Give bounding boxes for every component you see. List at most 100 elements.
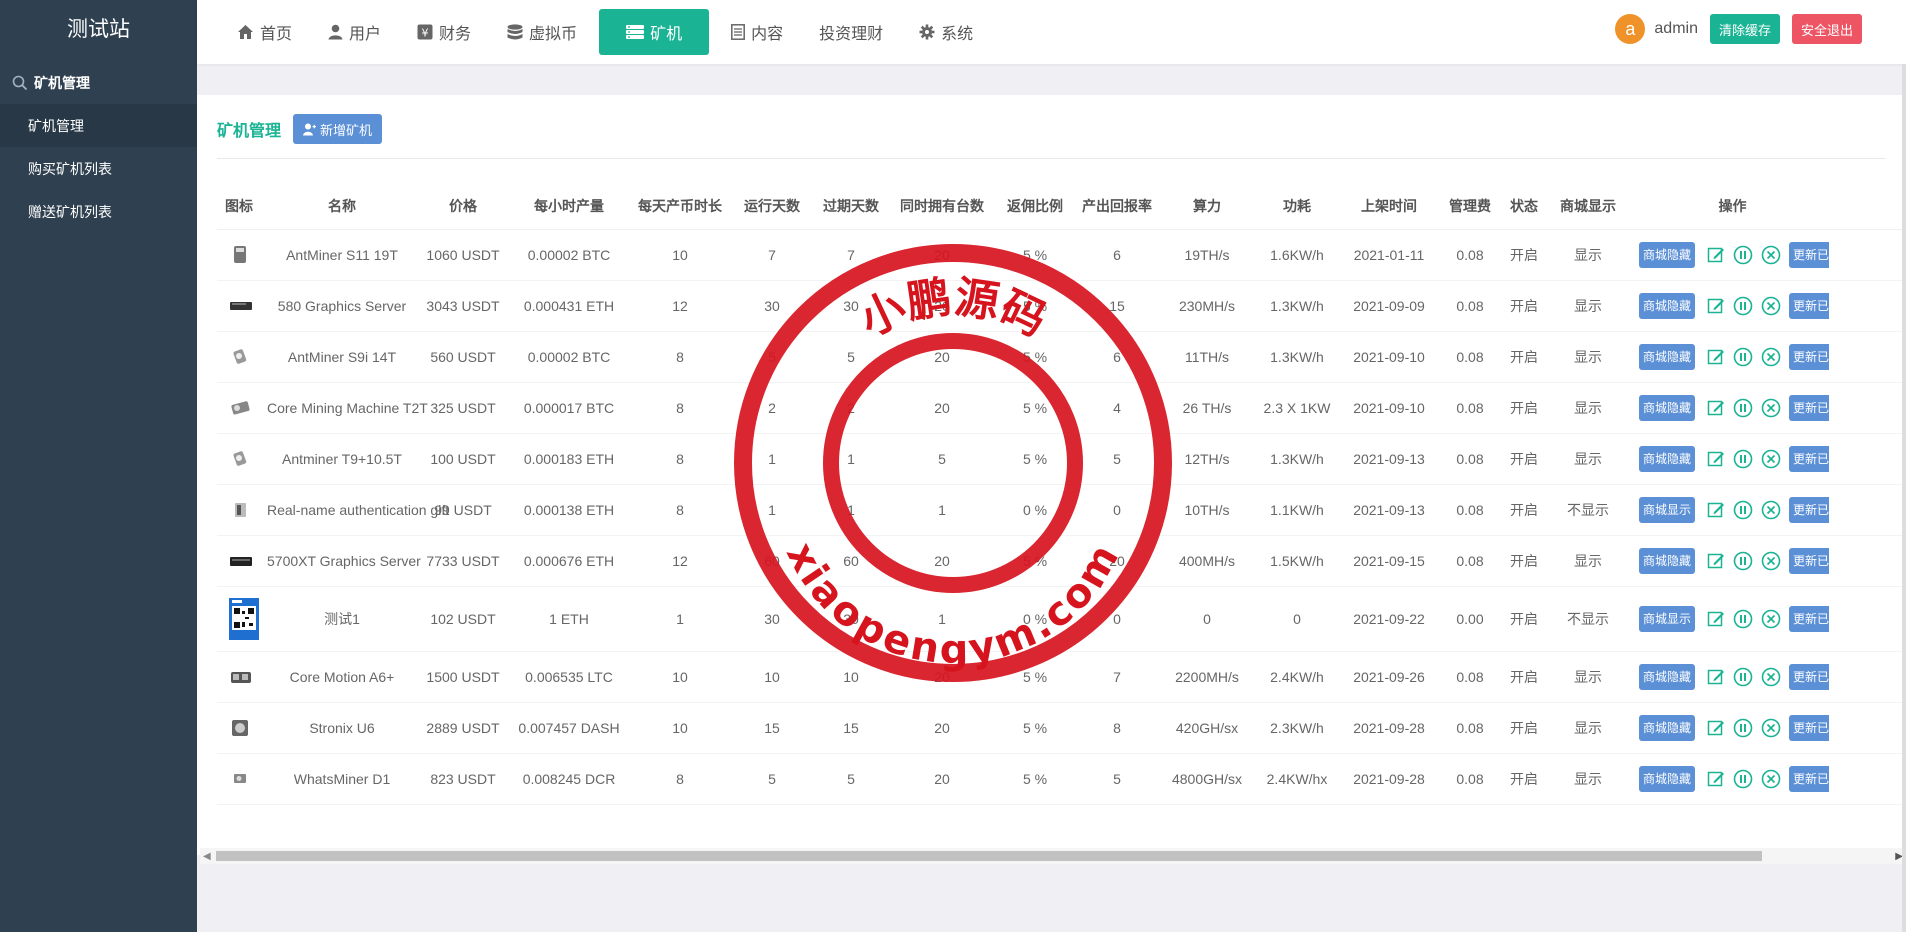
pause-icon[interactable] [1733,245,1753,265]
toggle-shop-button[interactable]: 商城隐藏 [1639,547,1696,574]
nav-user[interactable]: 用户 [314,9,395,55]
edit-icon[interactable] [1707,719,1725,737]
close-icon[interactable] [1761,500,1781,520]
sidebar-item-purchased-miners[interactable]: 购买矿机列表 [0,147,197,190]
nav-crypto[interactable]: 虚拟币 [493,9,591,55]
cell-rebate: 5 % [995,280,1075,332]
close-icon[interactable] [1761,347,1781,367]
close-icon[interactable] [1761,667,1781,687]
close-icon[interactable] [1761,609,1781,629]
horizontal-scrollbar[interactable]: ◀ ▶ [200,848,1906,864]
edit-icon[interactable] [1707,610,1725,628]
sidebar-section-header[interactable]: 矿机管理 [0,62,197,104]
nav-miner[interactable]: 矿机 [599,9,710,55]
nav-content[interactable]: 内容 [717,9,797,55]
cell-hourly: 0.00002 BTC [509,229,629,281]
close-icon[interactable] [1761,551,1781,571]
vertical-scrollbar[interactable] [1902,64,1906,932]
edit-icon[interactable] [1707,297,1725,315]
update-button[interactable]: 更新已 [1789,714,1830,741]
update-button[interactable]: 更新已 [1789,445,1830,472]
logout-button[interactable]: 安全退出 [1791,14,1862,44]
toggle-shop-button[interactable]: 商城隐藏 [1639,663,1696,690]
update-button[interactable]: 更新已 [1789,496,1830,523]
toggle-shop-button[interactable]: 商城隐藏 [1639,445,1696,472]
update-button[interactable]: 更新已 [1789,241,1830,268]
sidebar-item-miner-manage[interactable]: 矿机管理 [0,104,197,147]
cell-hourly: 1 ETH [509,586,629,652]
edit-icon[interactable] [1707,348,1725,366]
update-button[interactable]: 更新已 [1789,765,1830,792]
add-miner-button[interactable]: 新增矿机 [293,114,383,144]
update-button[interactable]: 更新已 [1789,663,1830,690]
update-button[interactable]: 更新已 [1789,547,1830,574]
close-icon[interactable] [1761,245,1781,265]
toggle-shop-button[interactable]: 商城隐藏 [1639,292,1696,319]
cell-status: 开启 [1501,535,1547,587]
cell-expire-days: 30 [813,280,889,332]
edit-icon[interactable] [1707,668,1725,686]
close-icon[interactable] [1761,769,1781,789]
close-icon[interactable] [1761,398,1781,418]
update-button[interactable]: 更新已 [1789,292,1830,319]
username[interactable]: admin [1654,20,1698,38]
toggle-shop-button[interactable]: 商城隐藏 [1639,765,1696,792]
update-button[interactable]: 更新已 [1789,343,1830,370]
update-button[interactable]: 更新已 [1789,605,1830,632]
pause-icon[interactable] [1733,667,1753,687]
pause-icon[interactable] [1733,500,1753,520]
clear-cache-button[interactable]: 清除缓存 [1709,14,1780,44]
toggle-shop-button[interactable]: 商城显示 [1639,605,1696,632]
close-icon[interactable] [1761,296,1781,316]
edit-icon[interactable] [1707,450,1725,468]
cell-daily-hours: 8 [629,753,731,805]
pause-icon[interactable] [1733,718,1753,738]
scroll-left-icon[interactable]: ◀ [203,851,211,862]
cell-status: 开启 [1501,586,1547,652]
pause-icon[interactable] [1733,449,1753,469]
toggle-shop-button[interactable]: 商城隐藏 [1639,714,1696,741]
nav-system[interactable]: 系统 [905,9,987,55]
table-row: WhatsMiner D1 823 USDT 0.008245 DCR 8 5 5 20 5 … [217,753,1906,805]
table-header-row: 图标 名称 价格 每小时产量 每天产币时长 运行天数 过期天数 同时拥有台数 返佣比例 产出回报率… [217,183,1906,230]
scrollbar-thumb[interactable] [216,851,1762,861]
cell-max-units: 20 [889,229,995,281]
pause-icon[interactable] [1733,609,1753,629]
nav-investment[interactable]: 投资理财 [805,9,897,55]
cell-power: 2.4KW/h [1255,651,1339,703]
server-icon [626,25,645,39]
row-actions: 商城隐藏 更新已 [1629,229,1906,281]
toggle-shop-button[interactable]: 商城隐藏 [1639,343,1696,370]
update-button[interactable]: 更新已 [1789,394,1830,421]
nav-finance[interactable]: ¥ 财务 [403,9,485,55]
edit-icon[interactable] [1707,501,1725,519]
sidebar-item-gifted-miners[interactable]: 赠送矿机列表 [0,190,197,233]
close-icon[interactable] [1761,718,1781,738]
cell-fee: 0.08 [1439,702,1501,754]
cell-price: 325 USDT [417,382,509,434]
close-icon[interactable] [1761,449,1781,469]
cell-status: 开启 [1501,753,1547,805]
pause-icon[interactable] [1733,296,1753,316]
toggle-shop-button[interactable]: 商城显示 [1639,496,1696,523]
cell-fee: 0.08 [1439,753,1501,805]
edit-icon[interactable] [1707,399,1725,417]
toggle-shop-button[interactable]: 商城隐藏 [1639,394,1696,421]
edit-icon[interactable] [1707,552,1725,570]
cell-hourly: 0.007457 DASH [509,702,629,754]
cell-hashrate: 4800GH/sx [1159,753,1255,805]
cell-daily-hours: 10 [629,651,731,703]
pause-icon[interactable] [1733,551,1753,571]
pause-icon[interactable] [1733,769,1753,789]
edit-icon[interactable] [1707,770,1725,788]
nav-home[interactable]: 首页 [223,9,306,55]
cell-daily-hours: 8 [629,382,731,434]
edit-icon[interactable] [1707,246,1725,264]
cell-listed: 2021-09-28 [1339,753,1439,805]
avatar[interactable]: a [1615,14,1646,44]
cell-hashrate: 10TH/s [1159,484,1255,536]
cell-hourly: 0.006535 LTC [509,651,629,703]
toggle-shop-button[interactable]: 商城隐藏 [1639,241,1696,268]
pause-icon[interactable] [1733,398,1753,418]
pause-icon[interactable] [1733,347,1753,367]
